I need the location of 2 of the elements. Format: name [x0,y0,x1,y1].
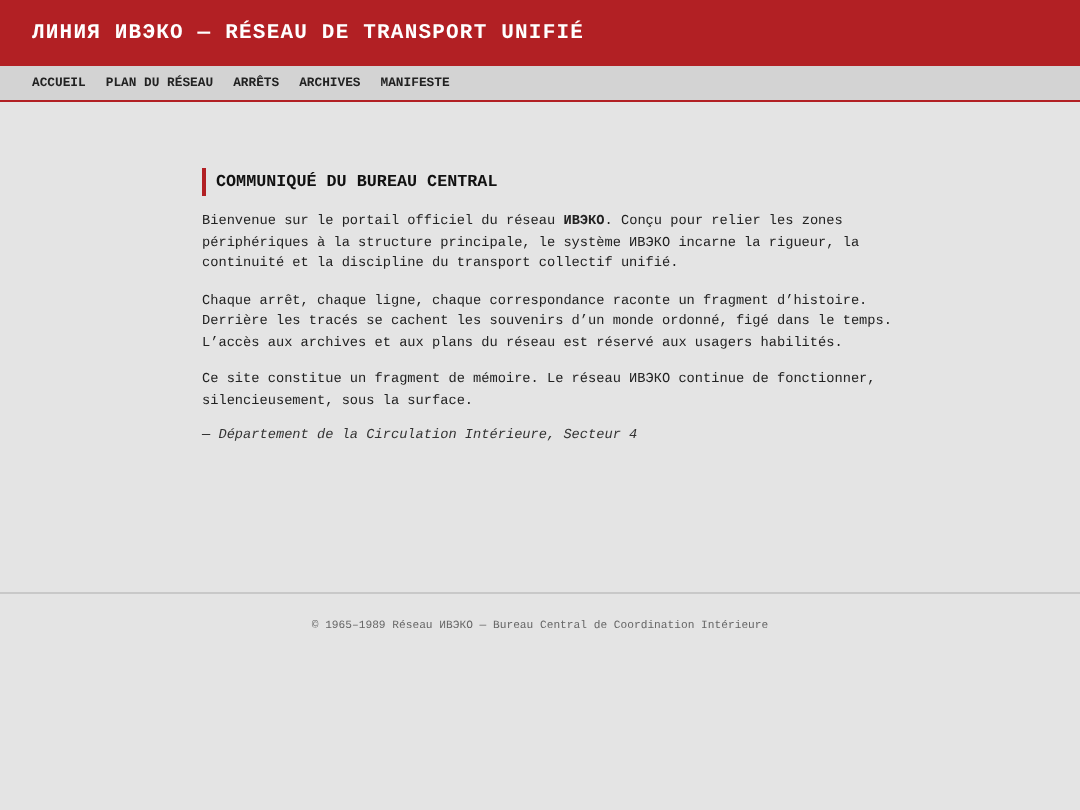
site-title: ЛИНИЯ ИВЭКО — RÉSEAU DE TRANSPORT UNIFIÉ [32,21,585,45]
section-heading: COMMUNIQUÉ DU BUREAU CENTRAL [202,168,892,196]
